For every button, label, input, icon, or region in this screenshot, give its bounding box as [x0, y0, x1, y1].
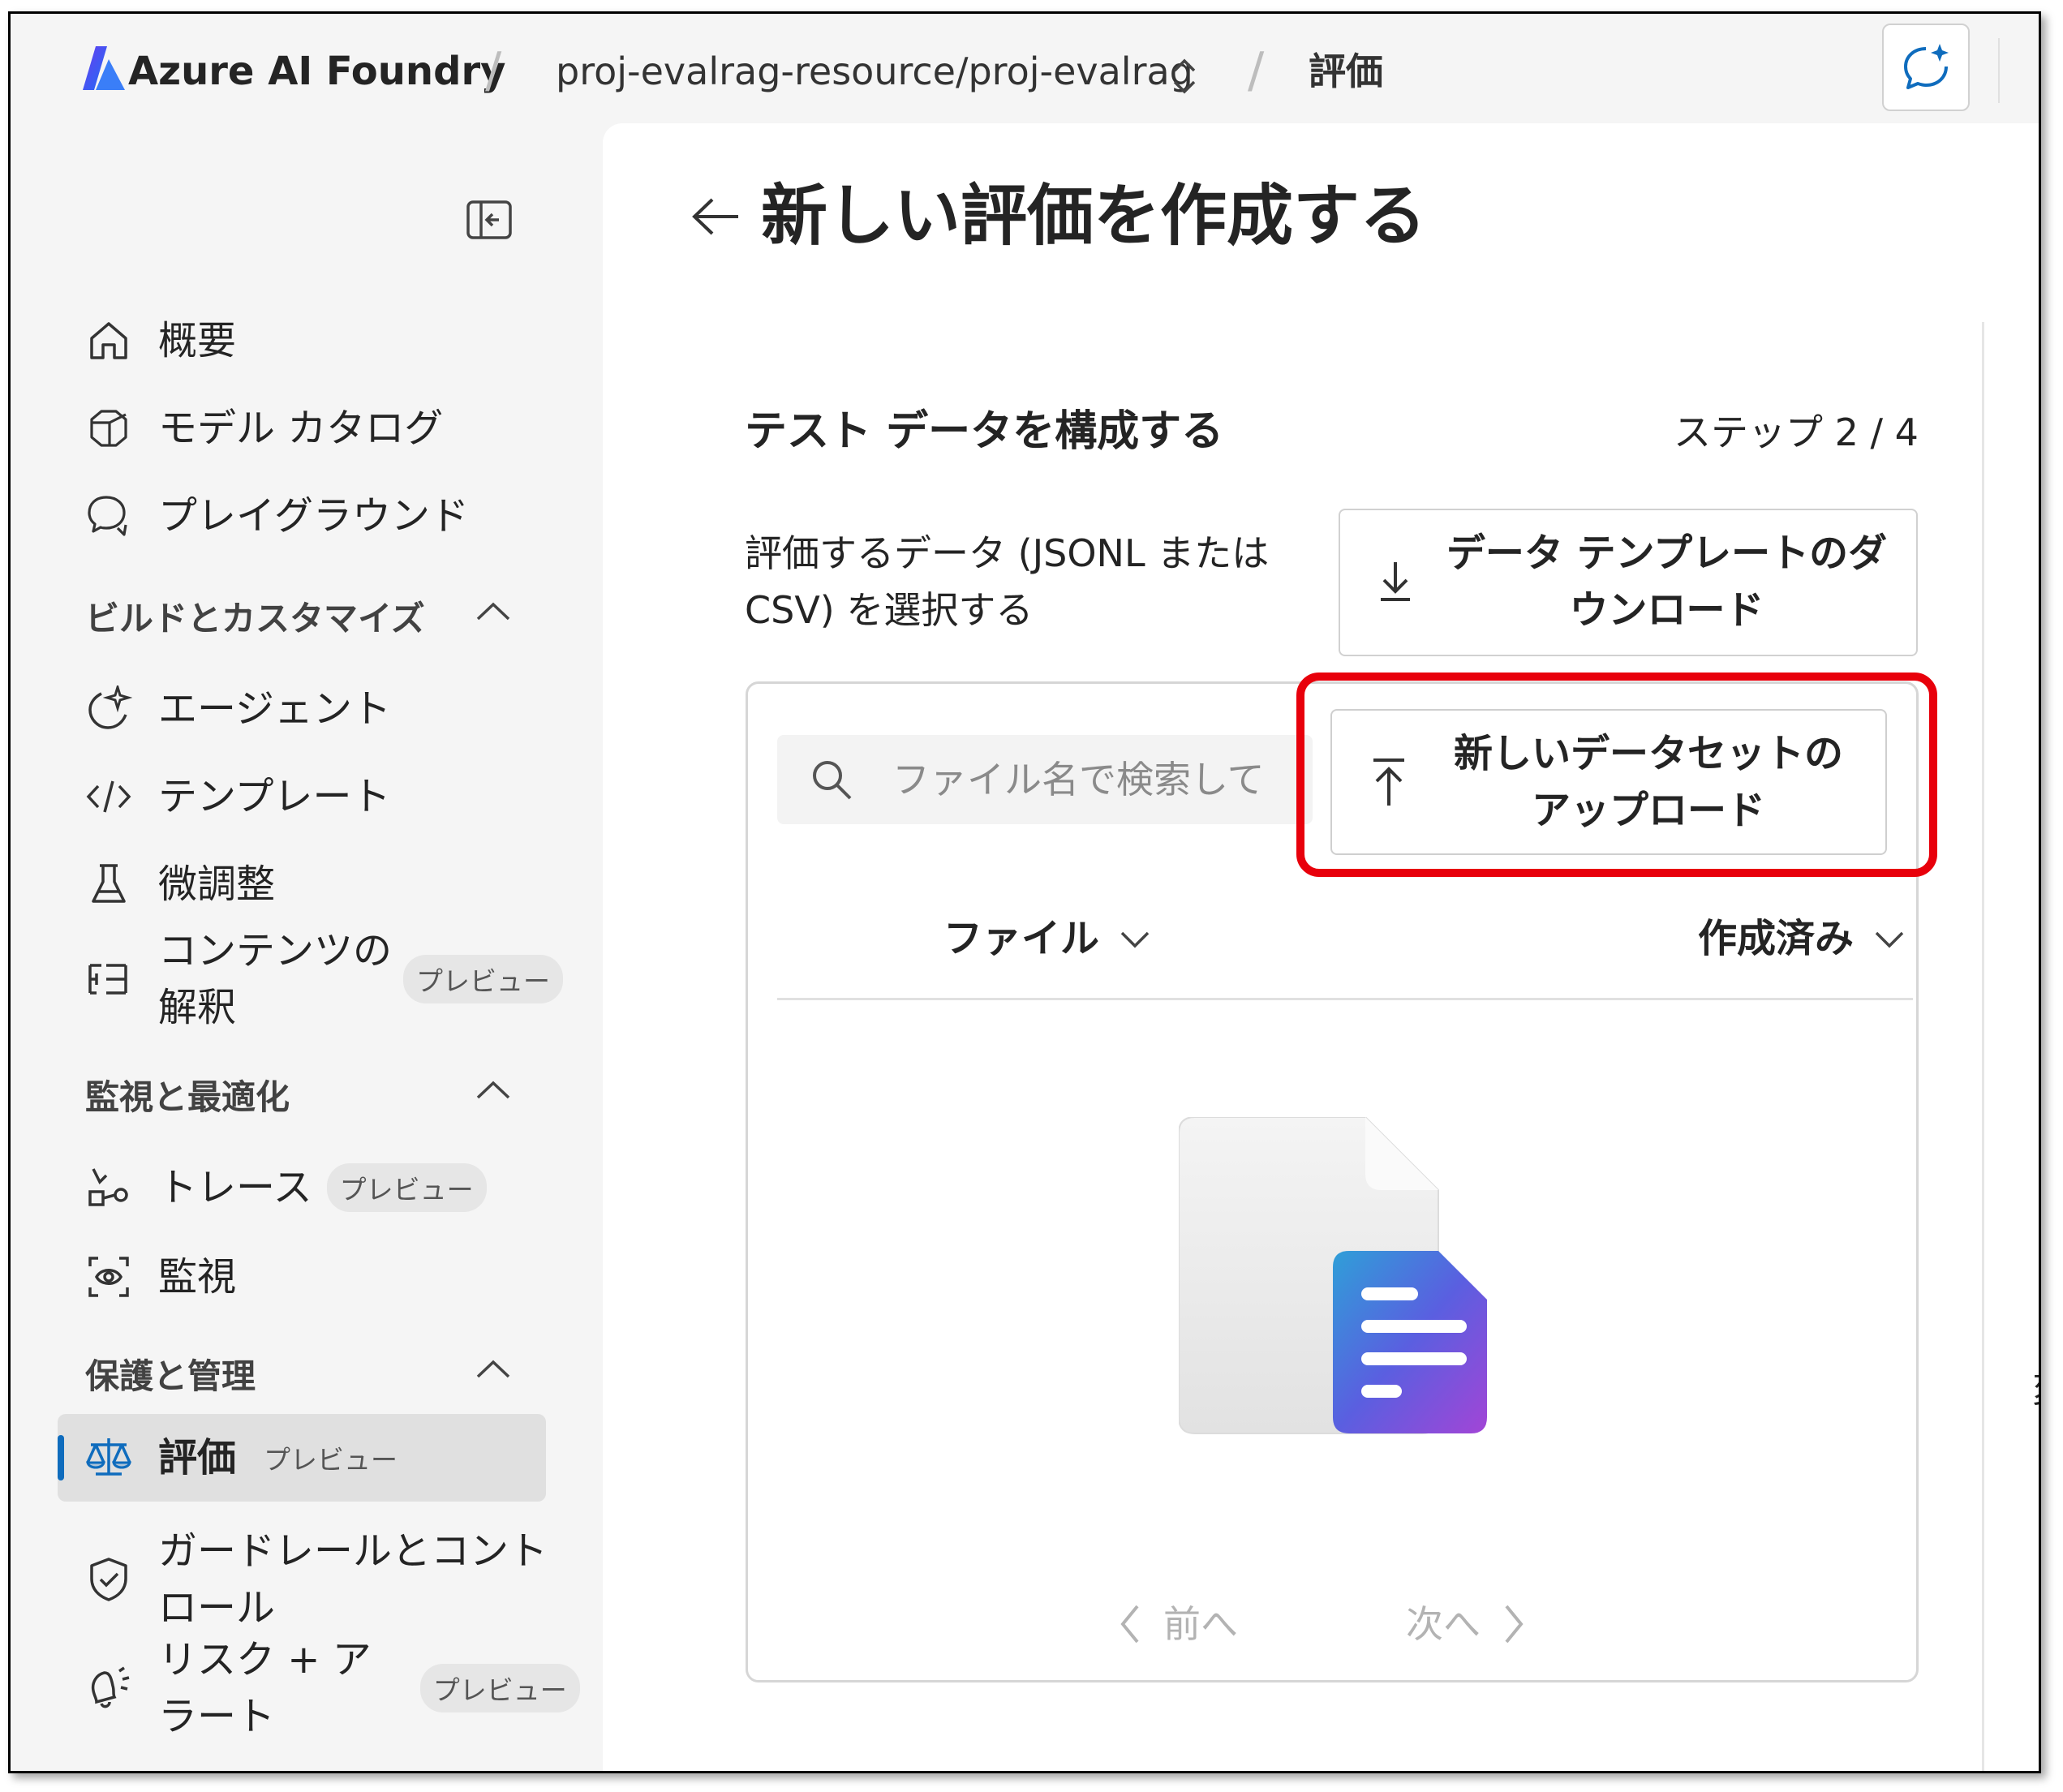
file-search-box[interactable]: ファイル名で検索して: [777, 735, 1313, 824]
sidebar-item-label: トレース: [158, 1165, 312, 1210]
sidebar-item-label: テンプレート: [158, 774, 391, 819]
sidebar-item-content-understanding[interactable]: コンテンツの 解釈 プレビュー: [84, 922, 564, 1036]
breadcrumb-project[interactable]: proj-evalrag-resource/proj-evalrag: [556, 43, 1193, 100]
search-icon: [813, 761, 852, 800]
label-line: ロール: [158, 1585, 276, 1631]
pager-next-label: 次へ: [1406, 1602, 1481, 1646]
preview-badge: プレビュー: [419, 1664, 580, 1712]
search-input[interactable]: ファイル名で検索して: [892, 751, 1265, 808]
chevron-up-icon[interactable]: [473, 1352, 514, 1385]
label-line: コンテンツの: [158, 928, 393, 973]
sidebar-item-label: 微調整: [158, 862, 276, 907]
brand-name[interactable]: Azure AI Foundry: [128, 43, 505, 100]
scale-icon: [84, 1433, 134, 1483]
chevron-down-icon: [1875, 931, 1904, 948]
empty-document-illustration-icon: [1179, 1117, 1487, 1434]
shield-icon: [84, 1554, 134, 1605]
top-bar: Azure AI Foundry / proj-evalrag-resource…: [11, 14, 2039, 127]
breadcrumb-separator: /: [1248, 42, 1265, 99]
sidebar-item-label: モデル カタログ: [158, 406, 444, 451]
app-window: Azure AI Foundry / proj-evalrag-resource…: [8, 11, 2041, 1773]
label-line: リスク + ア: [158, 1637, 372, 1682]
list-tree-icon: [84, 954, 134, 1004]
preview-badge: プレビュー: [326, 1163, 487, 1212]
chat-icon: [84, 491, 134, 541]
cube-icon: [84, 403, 134, 453]
flask-icon: [84, 859, 134, 909]
code-icon: [84, 771, 134, 822]
sidebar-item-tracing[interactable]: トレース プレビュー: [84, 1159, 487, 1216]
sidebar-item-risks-alerts[interactable]: リスク + ア ラート プレビュー: [84, 1631, 580, 1745]
sidebar-item-evaluation[interactable]: 評価 プレビュー: [84, 1429, 411, 1486]
sidebar-item-label: 評価: [158, 1435, 237, 1480]
sidebar-item-label: 監視: [158, 1254, 237, 1300]
preview-badge: プレビュー: [251, 1433, 411, 1482]
column-header-label: ファイル: [943, 916, 1100, 961]
column-header-label: 作成済み: [1698, 916, 1855, 961]
column-header-created[interactable]: 作成済み: [1698, 910, 1906, 967]
pager-prev-label: 前へ: [1163, 1602, 1238, 1646]
agent-sparkle-icon: [84, 684, 134, 734]
chat-sparkle-icon: [1904, 44, 1949, 89]
sidebar-item-overview[interactable]: 概要: [84, 312, 236, 369]
sidebar-item-label: リスク + ア ラート: [158, 1631, 372, 1745]
pager-next-button[interactable]: 次へ: [1406, 1596, 1526, 1652]
azure-ai-foundry-logo-icon[interactable]: [71, 43, 128, 92]
breadcrumb-separator: /: [485, 42, 502, 99]
topbar-divider: [1998, 38, 2000, 103]
table-header-divider: [777, 998, 1913, 1000]
data-description: 評価するデータ (JSONL または CSV) を選択する: [745, 531, 1270, 632]
chevron-up-icon[interactable]: [473, 1073, 514, 1106]
sidebar-item-model-catalog[interactable]: モデル カタログ: [84, 400, 443, 457]
active-item-indicator: [58, 1435, 64, 1480]
sidebar-item-fine-tuning[interactable]: 微調整: [84, 856, 275, 913]
label-line: ガードレールとコント: [158, 1528, 548, 1574]
chevron-left-icon: [1120, 1605, 1139, 1644]
sidebar-item-guardrails[interactable]: ガードレールとコント ロール: [84, 1523, 548, 1636]
sidebar-item-label: エージェント: [158, 686, 392, 732]
section-build-customize: ビルドとカスタマイズ: [85, 599, 425, 638]
chevron-up-down-icon[interactable]: [1167, 54, 1202, 98]
download-template-button[interactable]: データ テンプレートのダ ウンロード: [1339, 509, 1918, 656]
chevron-right-icon: [1505, 1605, 1524, 1644]
label-line: ウンロード: [1569, 587, 1764, 633]
clipped-text: 変: [2032, 1360, 2039, 1412]
chevron-up-icon[interactable]: [473, 595, 514, 627]
sidebar-item-agents[interactable]: エージェント: [84, 681, 391, 737]
highlight-annotation-box: [1296, 673, 1937, 877]
alert-icon: [84, 1663, 134, 1713]
sidebar-item-monitoring[interactable]: 監視: [84, 1248, 236, 1305]
sidebar-item-label: コンテンツの 解釈: [158, 922, 392, 1036]
step-counter: ステップ 2 / 4: [1674, 410, 1919, 454]
sidebar-item-label: 概要: [158, 318, 237, 363]
collapse-sidebar-icon[interactable]: [465, 199, 514, 241]
panel-divider: [1982, 322, 1984, 1771]
download-button-label: データ テンプレートのダ ウンロード: [1433, 525, 1900, 638]
label-line: ラート: [158, 1694, 276, 1739]
step-title: テスト データを構成する: [745, 407, 1224, 456]
page-title: 新しい評価を作成する: [761, 178, 1427, 255]
label-line: 解釈: [158, 985, 237, 1030]
home-icon: [84, 316, 134, 366]
preview-badge: プレビュー: [403, 955, 564, 1003]
trace-icon: [84, 1162, 134, 1213]
breadcrumb-current: 評価: [1309, 49, 1383, 93]
download-icon: [1381, 562, 1410, 601]
chevron-down-icon: [1120, 931, 1150, 948]
section-monitor-optimize: 監視と最適化: [85, 1077, 290, 1117]
sidebar-item-templates[interactable]: テンプレート: [84, 768, 391, 825]
copilot-chat-button[interactable]: [1882, 24, 1970, 111]
sidebar-item-playground[interactable]: プレイグラウンド: [84, 488, 469, 544]
back-arrow-icon[interactable]: [688, 188, 745, 245]
sidebar-item-label: ガードレールとコント ロール: [158, 1523, 548, 1636]
column-header-file[interactable]: ファイル: [943, 910, 1151, 967]
label-line: データ テンプレートのダ: [1446, 531, 1888, 576]
monitor-icon: [84, 1252, 134, 1302]
sidebar-item-label: プレイグラウンド: [158, 493, 470, 539]
pager-prev-button[interactable]: 前へ: [1118, 1596, 1238, 1652]
section-protect-govern: 保護と管理: [85, 1356, 256, 1396]
